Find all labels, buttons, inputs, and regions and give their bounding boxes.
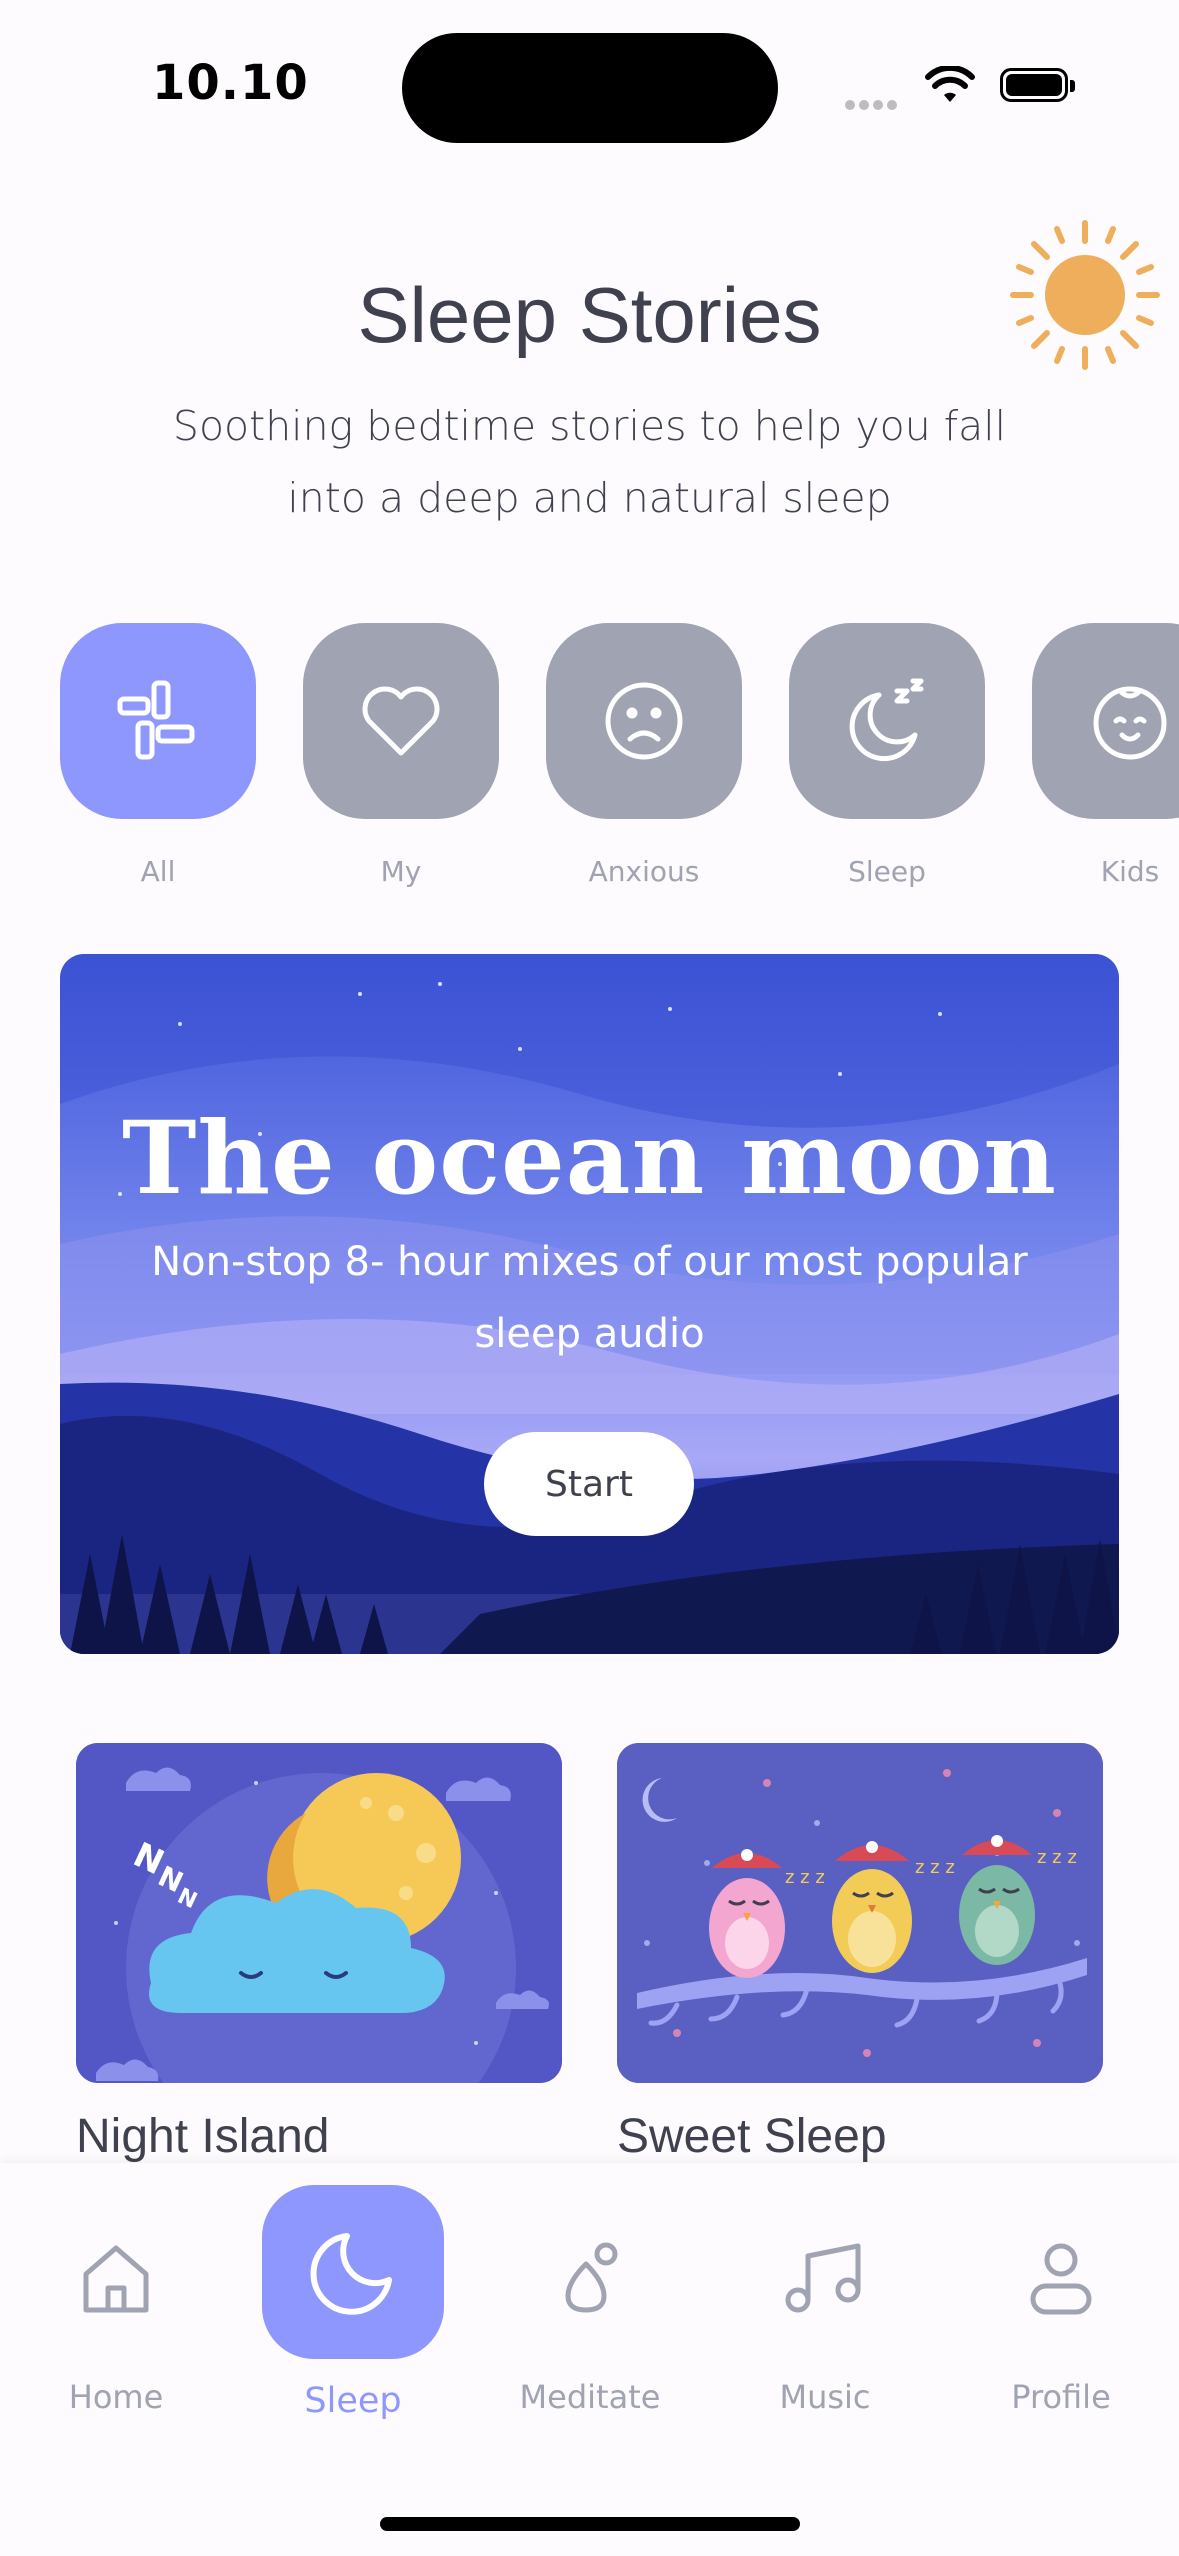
cloud-moon-illustration: N N N	[76, 1743, 562, 2083]
home-indicator[interactable]	[380, 2517, 800, 2531]
category-filter-row: All My Anxious Sleep Kids	[60, 623, 1179, 903]
meditate-icon	[565, 2242, 618, 2313]
tab-label: Meditate	[519, 2378, 661, 2416]
status-time: 10.10	[152, 55, 309, 111]
featured-story-description: Non-stop 8- hour mixes of our most popul…	[151, 1239, 1028, 1357]
category-label: My	[380, 855, 422, 888]
svg-text:z z z: z z z	[1037, 1847, 1077, 1868]
story-card-night-island[interactable]: N N N Night Island	[76, 1743, 562, 2164]
baby-face-icon	[1093, 686, 1167, 760]
category-sleep[interactable]: Sleep	[789, 623, 985, 888]
featured-story-title: The ocean moon	[122, 1099, 1057, 1217]
moon-zzz-icon	[849, 678, 924, 762]
category-all[interactable]: All	[60, 623, 256, 888]
music-note-icon	[785, 2243, 861, 2313]
wifi-icon	[925, 66, 975, 102]
category-my[interactable]: My	[303, 623, 499, 888]
category-label: Kids	[1100, 855, 1160, 888]
bottom-tab-bar: Home Sleep Meditate Music Profile	[0, 2163, 1179, 2556]
page-title: Sleep Stories	[357, 271, 822, 359]
heart-icon	[362, 686, 440, 756]
featured-story-banner[interactable]: The ocean moon Non-stop 8- hour mixes of…	[60, 954, 1119, 1654]
category-label: All	[140, 855, 176, 888]
tab-label: Profile	[1011, 2378, 1111, 2416]
story-title: Sweet Sleep	[617, 2110, 887, 2163]
story-title: Night Island	[76, 2110, 330, 2163]
svg-text:z z z: z z z	[915, 1857, 955, 1878]
category-anxious[interactable]: Anxious	[546, 623, 742, 888]
sleeping-owls-illustration: z z z z z z z z z	[617, 1743, 1103, 2083]
category-label: Sleep	[848, 855, 926, 888]
sad-face-icon	[605, 682, 683, 760]
category-label: Anxious	[588, 855, 700, 888]
status-bar: 10.10	[0, 0, 1179, 180]
grid-icon	[117, 680, 195, 760]
cellular-signal-icon	[845, 95, 901, 114]
home-icon	[83, 2245, 149, 2313]
story-card-sweet-sleep[interactable]: z z z z z z z z z Sweet Sleep	[617, 1743, 1103, 2164]
category-kids[interactable]: Kids	[1032, 623, 1179, 888]
start-button[interactable]: Start	[484, 1432, 694, 1536]
tab-label: Sleep	[304, 2381, 402, 2421]
tab-label: Home	[68, 2378, 164, 2416]
moon-icon	[310, 2233, 392, 2315]
page-subtitle: Soothing bedtime stories to help you fal…	[172, 402, 1007, 522]
dynamic-island	[402, 33, 778, 143]
svg-text:z z z: z z z	[785, 1867, 825, 1888]
tab-label: Music	[779, 2378, 871, 2416]
battery-icon	[1000, 68, 1075, 102]
profile-icon	[1030, 2243, 1092, 2315]
